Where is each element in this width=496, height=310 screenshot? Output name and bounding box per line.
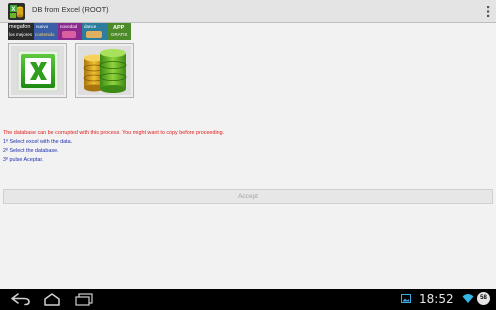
app-title: DB from Excel (ROOT) (32, 5, 109, 14)
ad-banner[interactable]: megafon los mejores nuevo contenido nove… (8, 23, 131, 40)
system-navigation-bar: 18:52 58 (0, 289, 496, 310)
battery-icon: 58 (477, 292, 490, 305)
image-notification-icon[interactable] (401, 294, 411, 303)
step-3-instruction: 3º pulse Aceptar. (3, 157, 44, 163)
step-2-instruction: 2º Select the database. (3, 148, 59, 154)
ad-tile-sublabel: GRATIS (111, 32, 128, 37)
home-icon[interactable] (42, 292, 62, 306)
ad-tile-nuevo[interactable]: nuevo contenido (34, 23, 58, 40)
ad-tile-label: novedad (60, 24, 78, 29)
recent-apps-icon[interactable] (73, 292, 95, 306)
action-bar: X DB from Excel (ROOT) (0, 0, 496, 23)
overflow-menu-icon[interactable] (483, 4, 493, 19)
select-excel-button[interactable] (8, 43, 67, 98)
back-icon[interactable] (10, 292, 32, 306)
ad-tile-sublabel: contenido (35, 32, 55, 37)
ad-tile-label: nuevo (36, 24, 49, 29)
ad-tile-label: megafon (9, 24, 31, 30)
svg-text:X: X (11, 7, 15, 13)
ad-tile-app[interactable]: APP GRATIS (108, 23, 131, 40)
battery-level: 58 (480, 295, 487, 301)
ad-tile-image (62, 31, 76, 38)
wifi-icon (462, 294, 474, 303)
excel-icon (17, 50, 59, 92)
ad-tile-sublabel: los mejores (9, 32, 33, 37)
select-database-button[interactable] (75, 43, 134, 98)
warning-message: The database can be corrupted with this … (3, 130, 225, 136)
ad-tile-dance[interactable]: dance (82, 23, 108, 40)
db-excel-app-icon[interactable]: X (8, 3, 25, 20)
ad-tile-label: APP (113, 25, 125, 31)
ad-tile-image (86, 31, 102, 38)
ad-tile-novedad[interactable]: novedad (58, 23, 82, 40)
clock: 18:52 (419, 292, 454, 306)
accept-button[interactable]: Accept (3, 189, 493, 204)
database-icon (83, 49, 127, 93)
ad-tile-label: dance (84, 24, 97, 29)
ad-tile-megafon[interactable]: megafon los mejores (8, 23, 34, 40)
step-1-instruction: 1º Select excel with the data. (3, 139, 73, 145)
